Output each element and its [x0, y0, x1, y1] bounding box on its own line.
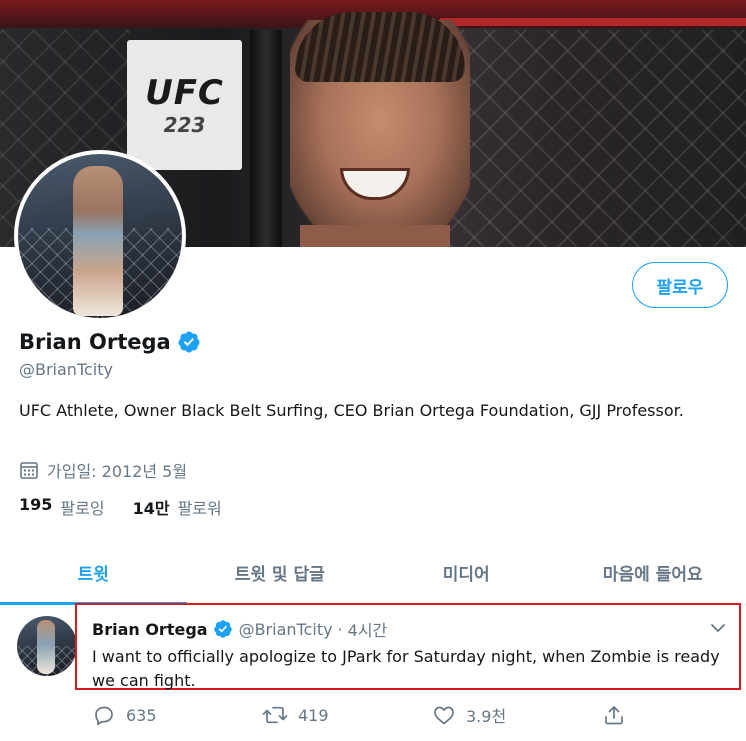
calendar-icon [20, 462, 38, 479]
banner-hair [295, 12, 465, 82]
tweet-avatar[interactable] [17, 616, 77, 676]
reply-count: 635 [126, 705, 157, 725]
tweet-author-name[interactable]: Brian Ortega [92, 620, 208, 639]
avatar-fighter [73, 166, 123, 316]
following-label: 팔로잉 [60, 499, 105, 518]
chevron-down-icon[interactable] [708, 618, 728, 638]
profile-name[interactable]: Brian Ortega [19, 330, 171, 354]
share-button[interactable] [602, 703, 626, 727]
profile-tabs: 트윗 트윗 및 답글 미디어 마음에 들어요 [0, 540, 746, 605]
tab-tweets-and-replies[interactable]: 트윗 및 답글 [187, 540, 374, 604]
banner-sign-text: UFC [145, 73, 224, 113]
tab-likes[interactable]: 마음에 들어요 [560, 540, 746, 604]
profile-handle: @BrianTcity [19, 360, 113, 379]
like-button[interactable]: 3.9천 [432, 703, 602, 727]
tweet-separator: · [337, 619, 343, 639]
retweet-icon [262, 706, 288, 724]
avatar-image [18, 154, 182, 318]
follow-button[interactable]: 팔로우 [632, 262, 728, 308]
profile-joined: 가입일: 2012년 5월 [19, 458, 187, 482]
banner-sign-number: 223 [163, 113, 206, 137]
tweet-text: I want to officially apologize to JPark … [92, 647, 720, 690]
banner-neck [300, 225, 450, 247]
profile-avatar[interactable] [14, 150, 186, 322]
joined-date: 가입일: 2012년 5월 [47, 462, 188, 481]
tweet-header: Brian Ortega @BrianTcity · 4시간 [92, 617, 387, 641]
following-stat[interactable]: 195 팔로잉 [19, 495, 105, 519]
banner-cage-post [250, 30, 282, 247]
followers-stat[interactable]: 14만 팔로워 [133, 495, 222, 519]
reply-icon [95, 706, 113, 726]
tweet-avatar-fighter [37, 620, 55, 674]
banner-ufc-sign: UFC 223 [127, 40, 242, 170]
profile-name-row: Brian Ortega [19, 330, 201, 354]
tab-tweets[interactable]: 트윗 [0, 540, 187, 605]
like-count: 3.9천 [466, 707, 507, 726]
banner-red-rope [440, 18, 746, 26]
reply-button[interactable]: 635 [92, 703, 262, 727]
retweet-count: 419 [298, 705, 329, 725]
share-icon [605, 706, 623, 725]
followers-label: 팔로워 [177, 499, 222, 518]
following-count: 195 [19, 495, 53, 514]
verified-badge-icon [178, 331, 200, 353]
profile-stats: 195 팔로잉 14만 팔로워 [19, 495, 250, 519]
profile-bio: UFC Athlete, Owner Black Belt Surfing, C… [19, 401, 684, 420]
tab-media[interactable]: 미디어 [373, 540, 560, 604]
followers-count: 14만 [132, 499, 170, 518]
retweet-button[interactable]: 419 [262, 703, 432, 727]
like-icon [434, 706, 454, 725]
tweet-timestamp[interactable]: 4시간 [348, 617, 388, 641]
tweet-author-handle[interactable]: @BrianTcity [239, 620, 333, 639]
tweet-actions: 635 419 3.9천 [92, 703, 626, 727]
verified-badge-icon [213, 620, 232, 638]
